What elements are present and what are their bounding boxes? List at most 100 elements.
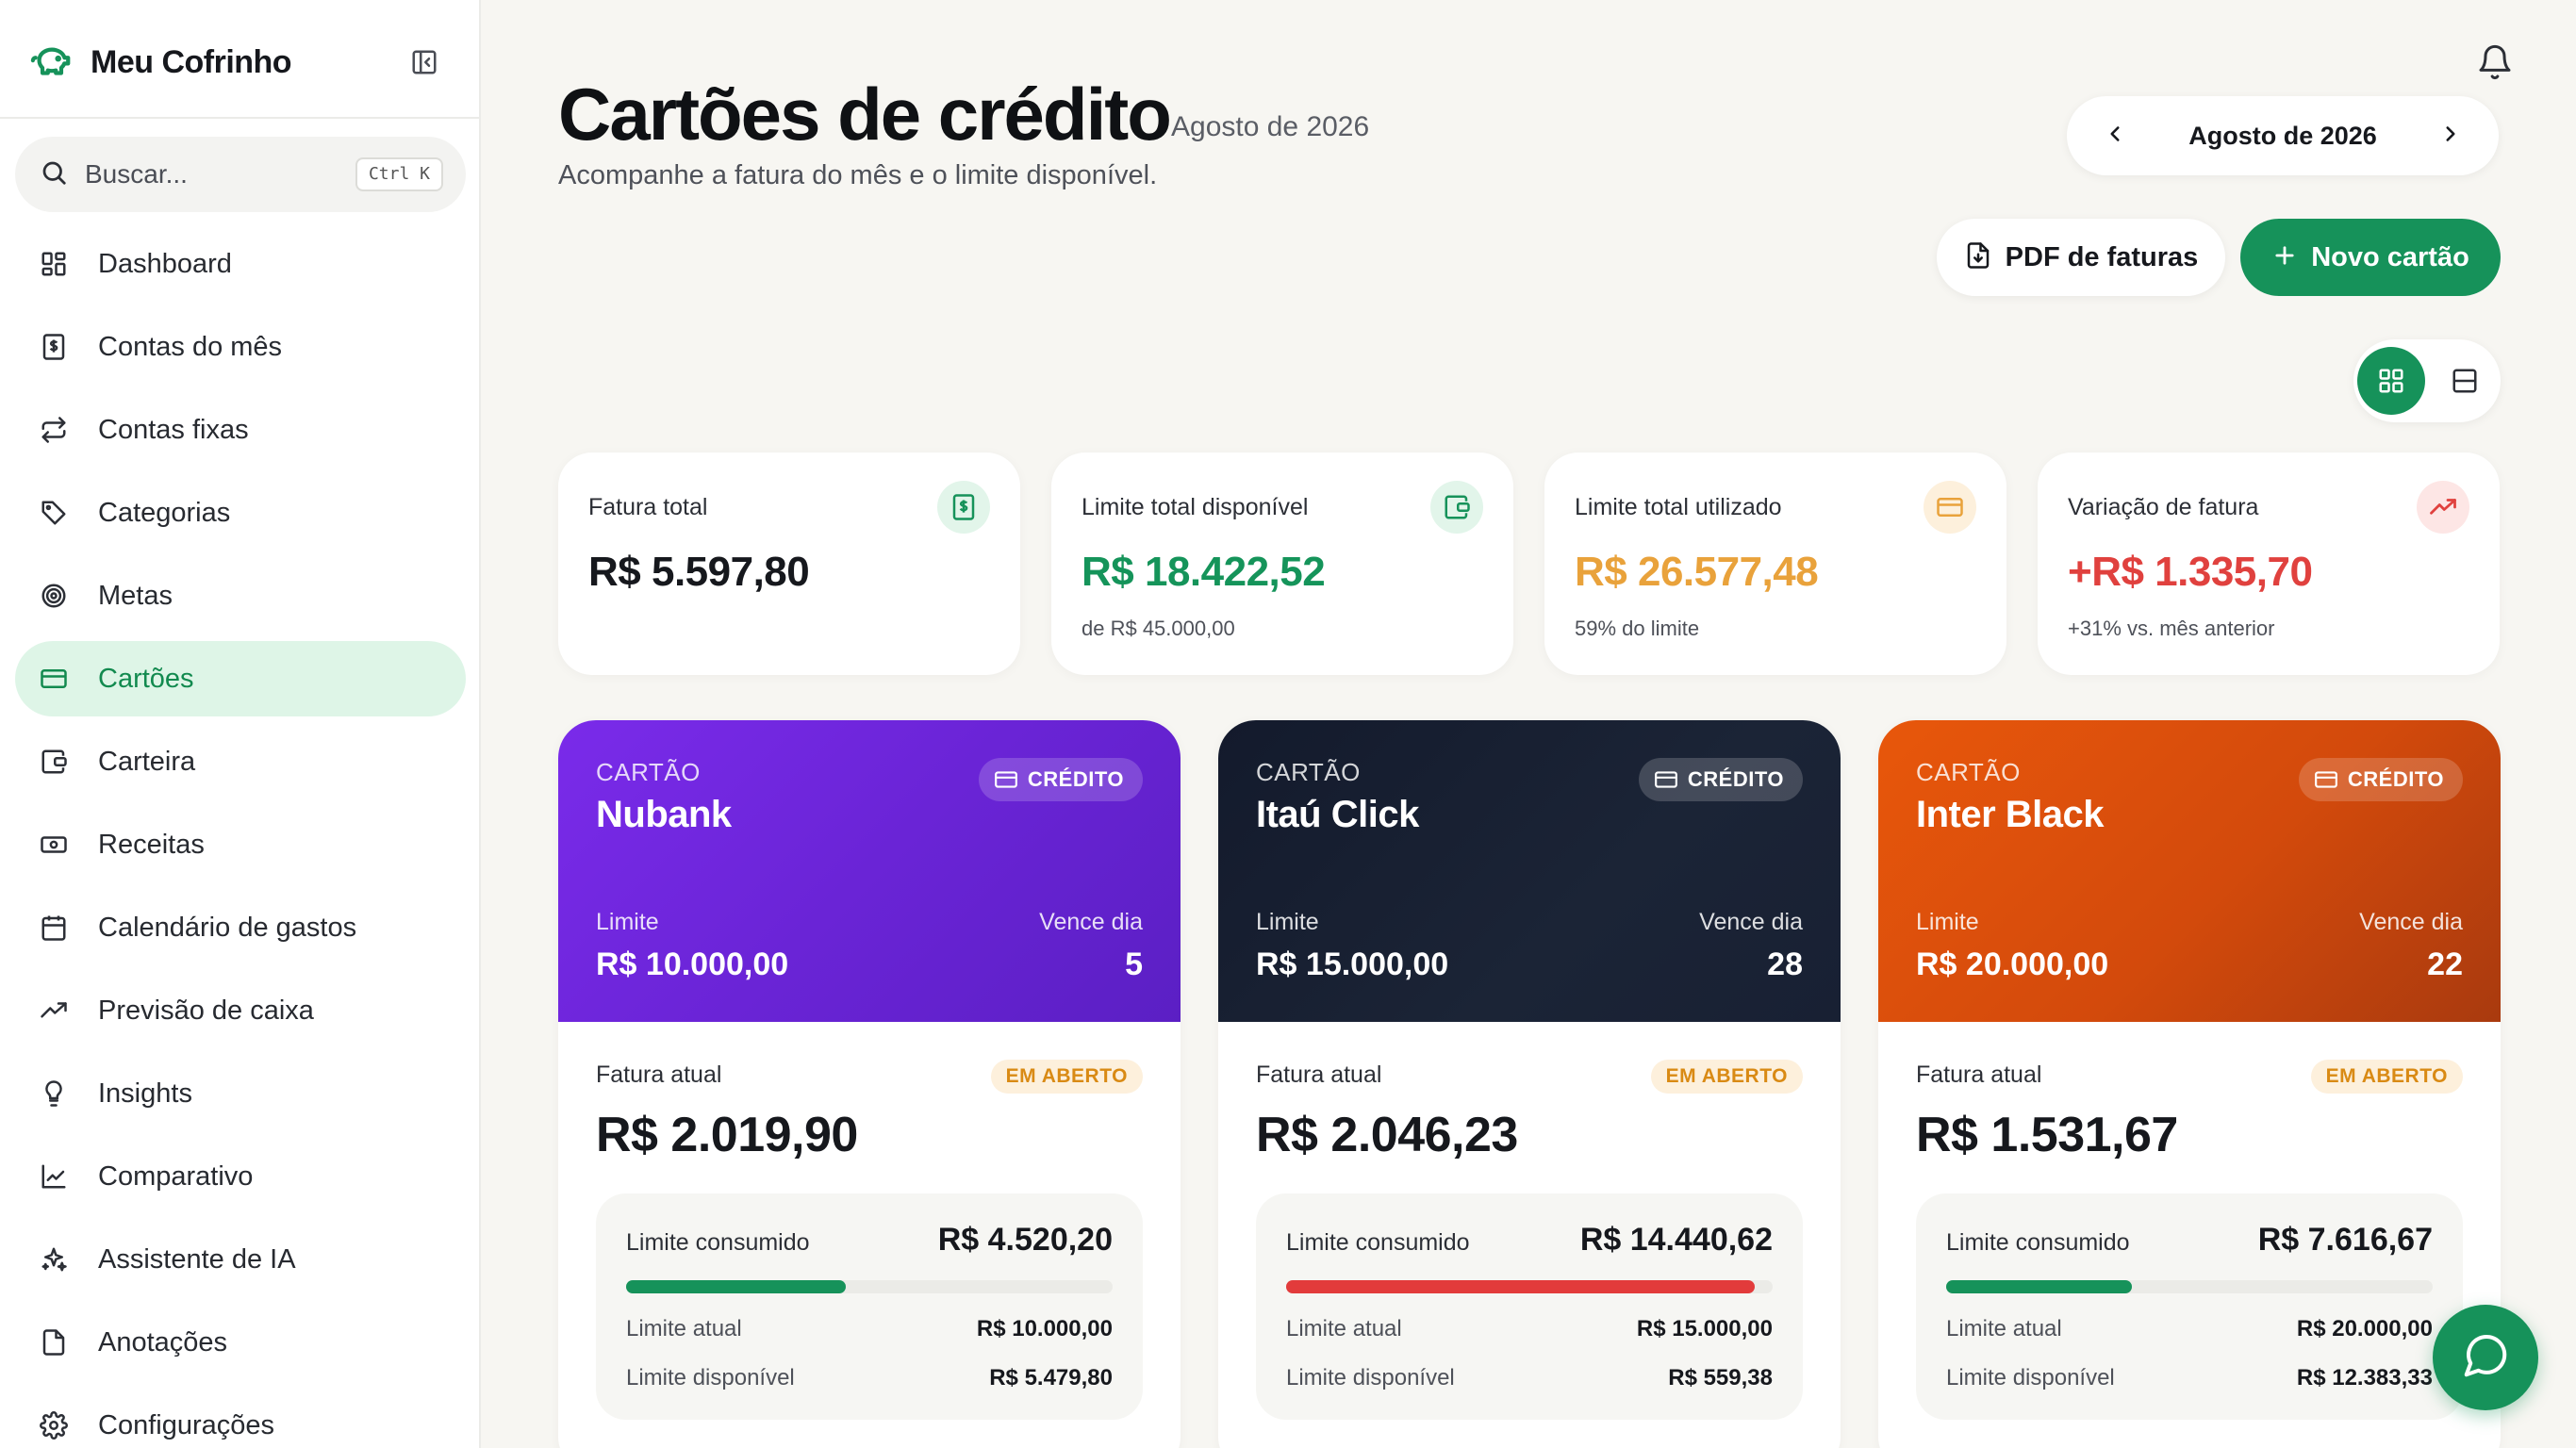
used-limit-label: Limite consumido [1946, 1229, 2130, 1256]
pdf-invoices-button[interactable]: PDF de faturas [1937, 219, 2225, 296]
credit-card-inter-black[interactable]: CARTÃO Inter Black CRÉDITO Limite R$ 20.… [1878, 720, 2501, 1448]
sidebar-item-calendario[interactable]: Calendário de gastos [15, 890, 466, 965]
current-limit-value: R$ 15.000,00 [1636, 1316, 1773, 1341]
sidebar-item-dashboard[interactable]: Dashboard [15, 226, 466, 302]
repeat-icon [38, 414, 70, 446]
stat-card-fatura-total: Fatura total R$ 5.597,80 [558, 452, 1020, 675]
sidebar-item-receitas[interactable]: Receitas [15, 807, 466, 882]
card-due-value: 28 [1767, 946, 1803, 982]
limit-progress-fill [1946, 1280, 2132, 1293]
card-due-label: Vence dia [1699, 909, 1803, 935]
sidebar-item-comparativo[interactable]: Comparativo [15, 1139, 466, 1214]
sidebar-item-label: Configurações [98, 1409, 274, 1440]
used-limit-value: R$ 7.616,67 [2257, 1222, 2433, 1258]
sidebar-item-anotacoes[interactable]: Anotações [15, 1305, 466, 1380]
available-limit-value: R$ 5.479,80 [989, 1365, 1113, 1390]
card-type-badge: CRÉDITO [2298, 758, 2463, 801]
previous-month-button[interactable] [2103, 122, 2127, 151]
sidebar-item-assistente[interactable]: Assistente de IA [15, 1222, 466, 1297]
card-kind: CARTÃO [596, 758, 701, 786]
search-box[interactable]: Buscar... Ctrl K [15, 137, 466, 212]
sparkles-icon [38, 1243, 70, 1275]
stat-note: 59% do limite [1575, 617, 1700, 640]
stat-value: R$ 26.577,48 [1575, 549, 1819, 595]
month-picker: Agosto de 2026 [2067, 96, 2499, 175]
card-type-label: CRÉDITO [2347, 767, 2444, 791]
used-limit-value: R$ 4.520,20 [937, 1222, 1113, 1258]
card-name: Inter Black [1916, 794, 2105, 835]
credit-card-nubank[interactable]: CARTÃO Nubank CRÉDITO Limite R$ 10.000,0… [558, 720, 1181, 1448]
new-card-label: Novo cartão [2311, 241, 2469, 272]
trending-up-icon [2417, 481, 2469, 534]
line-chart-icon [38, 1160, 70, 1193]
stat-card-limite-disponivel: Limite total disponível R$ 18.422,52 de … [1051, 452, 1513, 675]
credit-card-icon [994, 771, 1017, 788]
card-type-badge: CRÉDITO [978, 758, 1143, 801]
sidebar-item-label: Cartões [98, 663, 194, 694]
tag-icon [38, 497, 70, 529]
card-limit-value: R$ 15.000,00 [1256, 946, 1449, 982]
list-view-button[interactable] [2435, 347, 2495, 415]
note-icon [38, 1326, 70, 1358]
sidebar-item-label: Calendário de gastos [98, 912, 357, 943]
stat-value: R$ 5.597,80 [588, 549, 810, 595]
sidebar-item-insights[interactable]: Insights [15, 1056, 466, 1131]
sidebar-item-label: Dashboard [98, 248, 232, 279]
search-input[interactable]: Buscar... [85, 159, 188, 189]
new-card-button[interactable]: Novo cartão [2240, 219, 2501, 296]
limit-usage-panel: Limite consumido R$ 7.616,67 Limite atua… [1916, 1193, 2463, 1420]
sidebar-item-previsao[interactable]: Previsão de caixa [15, 973, 466, 1048]
credit-card-itau-click[interactable]: CARTÃO Itaú Click CRÉDITO Limite R$ 15.0… [1218, 720, 1841, 1448]
chat-assistant-button[interactable] [2433, 1305, 2538, 1410]
chat-bubble-icon [2460, 1330, 2511, 1386]
invoice-value: R$ 2.046,23 [1256, 1108, 1518, 1162]
chevron-left-icon [2110, 125, 2120, 141]
used-limit-label: Limite consumido [626, 1229, 810, 1256]
sidebar-item-metas[interactable]: Metas [15, 558, 466, 634]
sidebar-item-label: Contas do mês [98, 331, 283, 362]
sidebar-item-carteira[interactable]: Carteira [15, 724, 466, 799]
sidebar-item-cartoes[interactable]: Cartões [15, 641, 466, 716]
available-limit-value: R$ 12.383,33 [2296, 1365, 2433, 1390]
stat-note: de R$ 45.000,00 [1082, 617, 1235, 640]
page-title: Cartões de crédito [558, 73, 1172, 156]
card-type-label: CRÉDITO [1687, 767, 1784, 791]
month-picker-label[interactable]: Agosto de 2026 [2188, 122, 2377, 151]
available-limit-label: Limite disponível [1946, 1365, 2115, 1390]
invoice-value: R$ 2.019,90 [596, 1108, 858, 1162]
credit-card-icon [1924, 481, 1976, 534]
search-shortcut: Ctrl K [355, 157, 443, 191]
search-icon [40, 158, 68, 191]
notifications-button[interactable] [2472, 41, 2518, 87]
chevron-right-icon [2446, 125, 2455, 141]
limit-progress-bar [1286, 1280, 1773, 1293]
sidebar-item-label: Insights [98, 1078, 192, 1109]
current-limit-value: R$ 20.000,00 [2296, 1316, 2433, 1341]
page-subtitle: Acompanhe a fatura do mês e o limite dis… [558, 160, 1158, 190]
banknote-icon [38, 829, 70, 861]
sidebar-item-label: Categorias [98, 497, 231, 528]
used-limit-value: R$ 14.440,62 [1579, 1222, 1773, 1258]
app-name: Meu Cofrinho [91, 43, 292, 80]
card-type-label: CRÉDITO [1027, 767, 1124, 791]
card-limit-label: Limite [1256, 909, 1319, 935]
brand[interactable]: Meu Cofrinho [28, 36, 292, 89]
sidebar-item-configuracoes[interactable]: Configurações [15, 1388, 466, 1448]
card-kind: CARTÃO [1916, 758, 2021, 786]
next-month-button[interactable] [2438, 122, 2463, 151]
receipt-icon [38, 331, 70, 363]
card-due-value: 22 [2427, 946, 2463, 982]
plus-icon [2271, 242, 2298, 273]
grid-icon [2379, 369, 2403, 393]
limit-usage-panel: Limite consumido R$ 4.520,20 Limite atua… [596, 1193, 1143, 1420]
stat-value: R$ 18.422,52 [1082, 549, 1326, 595]
sidebar-item-categorias[interactable]: Categorias [15, 475, 466, 551]
calendar-icon [38, 912, 70, 944]
sidebar-item-contas-do-mes[interactable]: Contas do mês [15, 309, 466, 385]
card-due-value: 5 [1125, 946, 1143, 982]
grid-view-button[interactable] [2357, 347, 2425, 415]
collapse-sidebar-button[interactable] [405, 43, 443, 81]
sidebar-item-contas-fixas[interactable]: Contas fixas [15, 392, 466, 468]
limit-progress-bar [1946, 1280, 2433, 1293]
stat-label: Variação de fatura [2068, 494, 2259, 520]
